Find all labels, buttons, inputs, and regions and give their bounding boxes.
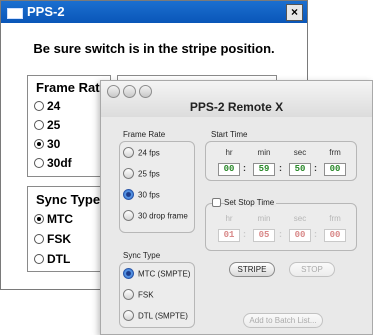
sync-option-fsk[interactable]: FSK [34,232,71,246]
colon-separator: : [314,163,317,173]
start-sec-header: sec [293,148,307,157]
fps-25-radio[interactable]: 25 fps [123,168,160,180]
radio-icon [34,100,44,111]
sync-type-group-label: Sync Type: [34,192,107,207]
sync-option-mtc[interactable]: MTC [34,212,73,226]
add-to-batch-list-button[interactable]: Add to Batch List... [243,313,323,328]
stop-min-header: min [257,214,271,223]
minimize-window-icon[interactable] [123,85,136,98]
stop-frm-header: frm [329,214,341,223]
radio-icon [34,119,44,130]
colon-separator: : [279,163,282,173]
close-window-icon[interactable] [107,85,120,98]
frame-rate-option-30[interactable]: 30 [34,137,60,151]
start-sec-field[interactable]: 50 [289,163,311,176]
radio-icon [34,233,44,244]
frame-rate-option-25[interactable]: 25 [34,118,60,132]
set-stop-time-checkbox[interactable] [212,198,221,207]
sync-mtc-radio[interactable]: MTC (SMPTE) [123,268,190,280]
radio-selected-icon [34,213,44,224]
radio-selected-icon [123,189,134,200]
colon-separator: : [314,229,317,239]
set-stop-time-label: Set Stop Time [224,198,277,207]
stop-frm-field[interactable]: 00 [324,229,346,242]
pps2-title-bar[interactable]: PPS-2 × [1,1,307,23]
start-hr-header: hr [225,148,233,157]
sync-dtl-radio[interactable]: DTL (SMPTE) [123,310,188,322]
radio-icon [123,210,134,221]
sync-type-label: Sync Type [123,251,161,260]
pps2-remote-x-window: PPS-2 Remote X Frame Rate 24 fps 25 fps … [100,80,373,335]
colon-separator: : [279,229,282,239]
remote-window-title: PPS-2 Remote X [189,100,284,114]
sync-option-dtl[interactable]: DTL [34,252,70,266]
stop-button[interactable]: STOP [289,262,335,277]
start-time-label: Start Time [211,130,248,139]
radio-icon [123,147,134,158]
stop-hr-field[interactable]: 01 [218,229,240,242]
frame-rate-option-30df[interactable]: 30df [34,156,72,170]
radio-selected-icon [123,268,134,279]
stop-time-box [205,203,357,251]
radio-icon [34,157,44,168]
app-window-icon [7,8,23,19]
stripe-button[interactable]: STRIPE [229,262,275,277]
stop-min-field[interactable]: 05 [253,229,275,242]
radio-icon [123,168,134,179]
fps-30-radio[interactable]: 30 fps [123,189,160,201]
frame-rate-label: Frame Rate [123,130,166,139]
mac-title-bar[interactable]: PPS-2 Remote X [101,81,372,117]
stop-sec-field[interactable]: 00 [289,229,311,242]
radio-icon [123,310,134,321]
radio-icon [123,289,134,300]
start-frm-field[interactable]: 00 [324,163,346,176]
zoom-window-icon[interactable] [139,85,152,98]
stop-hr-header: hr [225,214,233,223]
fps-30-drop-radio[interactable]: 30 drop frame [123,210,188,222]
radio-icon [34,253,44,264]
colon-separator: : [243,229,246,239]
colon-separator: : [243,163,246,173]
sync-fsk-radio[interactable]: FSK [123,289,154,301]
start-frm-header: frm [329,148,341,157]
frame-rate-option-24[interactable]: 24 [34,99,60,113]
fps-24-radio[interactable]: 24 fps [123,147,160,159]
pps2-window-title: PPS-2 [27,4,65,19]
start-min-field[interactable]: 59 [253,163,275,176]
stripe-position-notice: Be sure switch is in the stripe position… [33,41,275,56]
radio-selected-icon [34,138,44,149]
start-hr-field[interactable]: 00 [218,163,240,176]
start-min-header: min [257,148,271,157]
stop-sec-header: sec [293,214,307,223]
close-icon[interactable]: × [286,4,303,21]
